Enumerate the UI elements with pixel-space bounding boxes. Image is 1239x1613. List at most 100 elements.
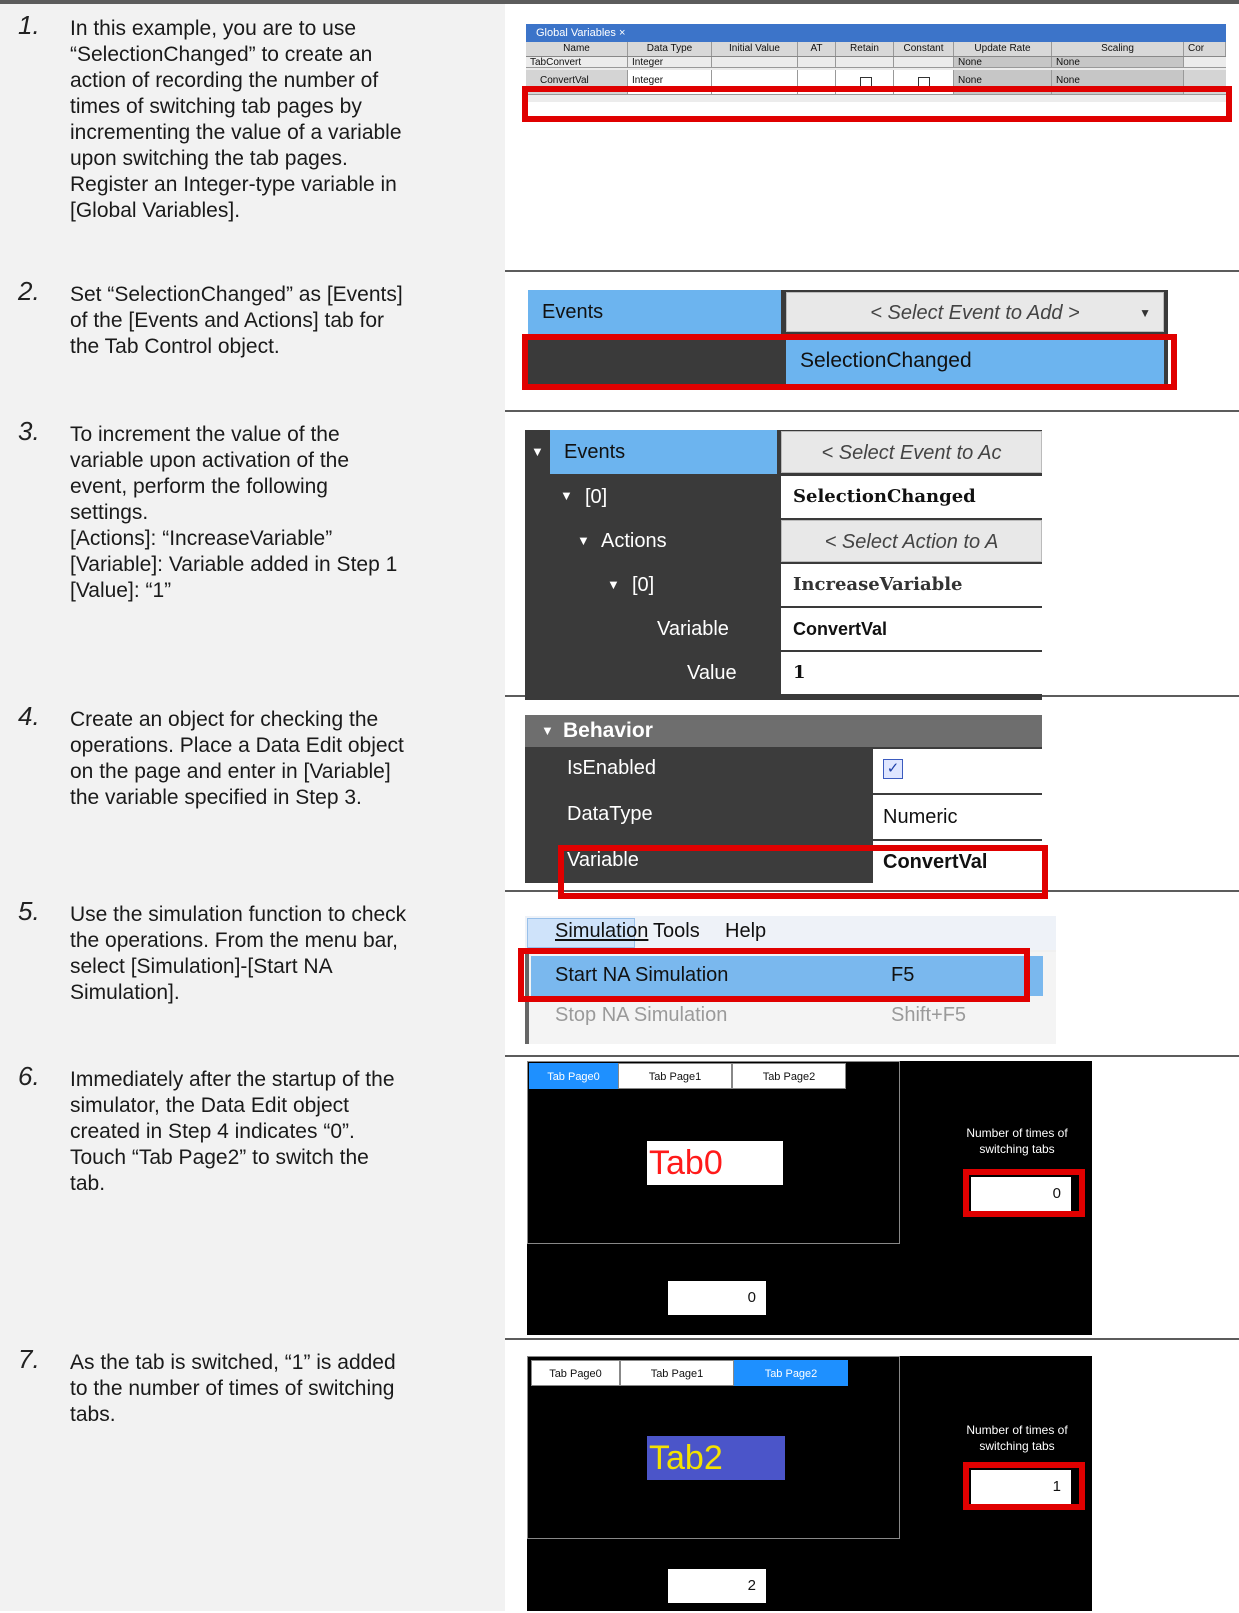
- data-edit-field[interactable]: 0: [668, 1281, 766, 1315]
- step-description: As the tab is switched, “1” is added to …: [70, 1350, 495, 1428]
- text-line: times of switching tab pages by: [70, 95, 362, 118]
- text-line: of the [Events and Actions] tab for: [70, 309, 385, 332]
- tab-page1[interactable]: Tab Page1: [618, 1063, 732, 1089]
- col-header-data-type[interactable]: Data Type: [628, 42, 712, 56]
- col-header-update-rate[interactable]: Update Rate: [954, 42, 1052, 56]
- step-number: 2.: [18, 276, 40, 306]
- col-header-initial-value[interactable]: Initial Value: [712, 42, 798, 56]
- action-name-value[interactable]: IncreaseVariable: [781, 564, 1042, 606]
- step-4-row: 4. Create an object for checking the ope…: [0, 695, 1239, 899]
- text-line: [Global Variables].: [70, 199, 241, 222]
- step-5-text-cell: 5. Use the simulation function to check …: [0, 890, 505, 1055]
- col-header-constant[interactable]: Constant: [894, 42, 954, 56]
- text-line: Register an Integer-type variable in: [70, 173, 397, 196]
- step-description: Set “SelectionChanged” as [Events] of th…: [70, 282, 495, 360]
- event-name-value[interactable]: SelectionChanged: [781, 476, 1042, 518]
- text-line: To increment the value of the: [70, 423, 340, 446]
- step-number: 6.: [18, 1061, 40, 1091]
- step-6-row: 6. Immediately after the startup of the …: [0, 1055, 1239, 1340]
- step-number: 5.: [18, 896, 40, 926]
- text-line: “SelectionChanged” to create an: [70, 43, 373, 66]
- tab-page0[interactable]: Tab Page0: [529, 1063, 618, 1089]
- event-index: [0]: [585, 486, 608, 508]
- text-line: [Actions]: “IncreaseVariable”: [70, 527, 333, 550]
- step-number: 3.: [18, 416, 40, 446]
- select-event-button[interactable]: < Select Event to Ac: [781, 431, 1042, 473]
- cell-constant: [894, 57, 954, 67]
- collapse-triangle-icon[interactable]: ▼: [560, 488, 573, 503]
- events-actions-tree: ▼ Events < Select Event to Ac ▼ [0] Sele…: [525, 430, 1042, 700]
- text-line: Immediately after the startup of the: [70, 1068, 395, 1091]
- text-line: As the tab is switched, “1” is added: [70, 1351, 396, 1374]
- menu-help[interactable]: Help: [725, 920, 766, 943]
- menu-tools[interactable]: Tools: [653, 920, 700, 943]
- collapse-triangle-icon[interactable]: ▼: [531, 444, 544, 459]
- col-header-scaling[interactable]: Scaling: [1052, 42, 1184, 56]
- cell-initial: [712, 57, 798, 67]
- property-label: IsEnabled: [567, 757, 656, 779]
- col-header-at[interactable]: AT: [798, 42, 836, 56]
- property-label: DataType: [567, 803, 653, 825]
- step-2-row: 2. Set “SelectionChanged” as [Events] of…: [0, 270, 1239, 412]
- cell-name: TabConvert: [526, 57, 628, 67]
- cell-update-rate: None: [954, 57, 1052, 67]
- shortcut-label: Shift+F5: [891, 1004, 967, 1026]
- col-header-name[interactable]: Name: [526, 42, 628, 56]
- step-6-text-cell: 6. Immediately after the startup of the …: [0, 1055, 505, 1338]
- step-3-text-cell: 3. To increment the value of the variabl…: [0, 410, 505, 695]
- text-line: Touch “Tab Page2” to switch the: [70, 1146, 369, 1169]
- global-variables-tab[interactable]: Global Variables ×: [526, 24, 1226, 42]
- dropdown-placeholder: < Select Event to Add >: [870, 302, 1080, 324]
- counter-label: Number of times of switching tabs: [966, 1126, 1068, 1156]
- menu-simulation[interactable]: Simulation: [555, 920, 648, 943]
- text-line: Use the simulation function to check: [70, 903, 407, 926]
- value-label: Value: [687, 662, 737, 684]
- highlight-box: [963, 1169, 1085, 1217]
- stop-na-simulation-item[interactable]: Stop NA Simulation Shift+F5: [531, 996, 1043, 1036]
- text-line: [Variable]: Variable added in Step 1: [70, 553, 398, 576]
- col-header-retain[interactable]: Retain: [836, 42, 894, 56]
- text-line: [Value]: “1”: [70, 579, 172, 602]
- datatype-value[interactable]: Numeric: [873, 795, 1042, 839]
- step-number: 1.: [18, 10, 40, 40]
- tab-page2[interactable]: Tab Page2: [734, 1360, 848, 1386]
- text-line: incrementing the value of a variable: [70, 121, 402, 144]
- variable-value[interactable]: ConvertVal: [781, 608, 1042, 650]
- events-label: Events: [528, 290, 781, 334]
- tab-page1[interactable]: Tab Page1: [620, 1360, 734, 1386]
- collapse-triangle-icon[interactable]: ▼: [607, 577, 620, 592]
- behavior-section-header[interactable]: ▼ Behavior: [525, 715, 1042, 747]
- collapse-triangle-icon[interactable]: ▼: [577, 533, 590, 548]
- step-4-text-cell: 4. Create an object for checking the ope…: [0, 695, 505, 890]
- select-event-dropdown[interactable]: < Select Event to Add > ▼: [786, 292, 1164, 332]
- section-title: Behavior: [563, 719, 653, 742]
- highlight-box: [522, 334, 1177, 390]
- cell-type: Integer: [628, 57, 712, 67]
- text-line: Simulation].: [70, 981, 180, 1004]
- tab-page0[interactable]: Tab Page0: [531, 1360, 620, 1386]
- text-line: simulator, the Data Edit object: [70, 1094, 349, 1117]
- cell-scaling: None: [1052, 57, 1184, 67]
- data-edit-field[interactable]: 2: [668, 1569, 766, 1603]
- highlight-box: [522, 86, 1232, 122]
- isenabled-checkbox[interactable]: ✓: [873, 749, 1042, 793]
- value-value[interactable]: 1: [781, 652, 1042, 694]
- text-line: the Tab Control object.: [70, 335, 280, 358]
- chevron-down-icon: ▼: [1139, 306, 1151, 320]
- cell-at: [798, 57, 836, 67]
- step-description: Use the simulation function to check the…: [70, 902, 495, 1006]
- select-action-button[interactable]: < Select Action to A: [781, 520, 1042, 562]
- tab-content-label: Tab0: [647, 1141, 783, 1185]
- text-line: variable upon activation of the: [70, 449, 350, 472]
- table-row[interactable]: TabConvert Integer None None: [526, 57, 1226, 68]
- text-line: upon switching the tab pages.: [70, 147, 348, 170]
- text-line: tabs.: [70, 1403, 116, 1426]
- col-header-cor[interactable]: Cor: [1184, 42, 1226, 56]
- text-line: to the number of times of switching: [70, 1377, 395, 1400]
- tab-page2[interactable]: Tab Page2: [732, 1063, 846, 1089]
- step-1-row: 1. In this example, you are to use “Sele…: [0, 4, 1239, 272]
- menu-item-label: Stop NA Simulation: [555, 1004, 728, 1026]
- highlight-box: [963, 1462, 1085, 1510]
- step-number: 4.: [18, 701, 40, 731]
- collapse-triangle-icon: ▼: [541, 723, 554, 738]
